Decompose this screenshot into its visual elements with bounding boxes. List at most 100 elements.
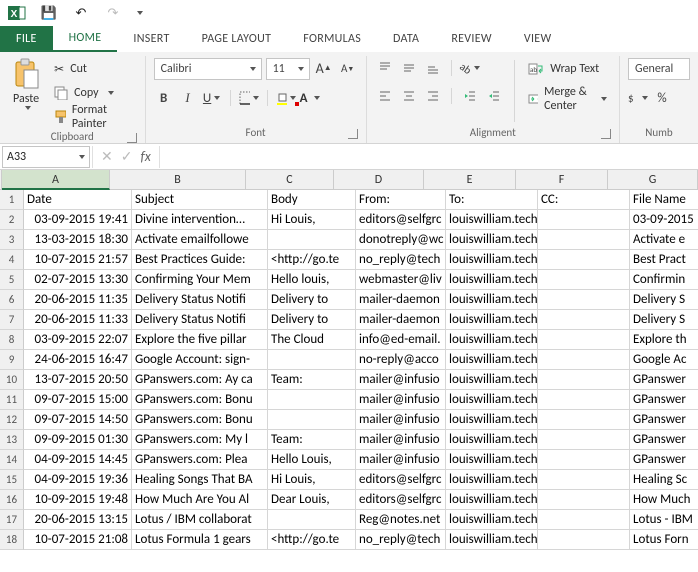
cell[interactable]: Google Ac — [630, 350, 698, 370]
cell[interactable]: GPanswers.com: Plea — [132, 450, 268, 470]
cell[interactable]: louiswilliam.techie@gmail.c — [446, 510, 538, 530]
cell[interactable] — [538, 510, 630, 530]
cell[interactable]: Team: — [268, 370, 356, 390]
cell[interactable]: <http://go.te — [268, 250, 356, 270]
cell[interactable]: Subject — [132, 190, 268, 210]
cell[interactable] — [538, 310, 630, 330]
cell[interactable]: Reg@notes.net — [356, 510, 446, 530]
borders-button[interactable] — [239, 88, 259, 108]
row-header[interactable]: 10 — [0, 370, 24, 390]
font-name-select[interactable]: Calibri — [154, 58, 262, 80]
tab-home[interactable]: HOME — [53, 26, 118, 52]
cell[interactable]: Lotus Forn — [630, 530, 698, 550]
cell[interactable] — [538, 490, 630, 510]
tab-page-layout[interactable]: PAGE LAYOUT — [186, 26, 288, 52]
cell[interactable]: 09-07-2015 15:00 — [24, 390, 132, 410]
column-header-C[interactable]: C — [246, 170, 334, 190]
cell[interactable]: 13-03-2015 18:30 — [24, 230, 132, 250]
cell[interactable]: 13-07-2015 20:50 — [24, 370, 132, 390]
cut-button[interactable]: ✂Cut — [50, 58, 136, 80]
tab-insert[interactable]: INSERT — [117, 26, 185, 52]
align-bottom-button[interactable] — [423, 58, 443, 78]
cell[interactable] — [268, 230, 356, 250]
cell[interactable]: no_reply@tech — [356, 250, 446, 270]
shrink-font-button[interactable]: A▼ — [338, 58, 358, 78]
cell[interactable]: Delivery to — [268, 290, 356, 310]
cell[interactable] — [538, 470, 630, 490]
cell[interactable]: Google Account: sign- — [132, 350, 268, 370]
cell[interactable]: louiswilliam.techie@gmail.c — [446, 230, 538, 250]
cell[interactable] — [538, 370, 630, 390]
cell[interactable]: webmaster@liv — [356, 270, 446, 290]
cell[interactable]: How Much — [630, 490, 698, 510]
paste-button[interactable]: Paste — [8, 58, 44, 110]
percent-format-button[interactable]: % — [652, 88, 672, 108]
row-header[interactable]: 5 — [0, 270, 24, 290]
tab-formulas[interactable]: FORMULAS — [287, 26, 377, 52]
cell[interactable] — [538, 250, 630, 270]
cell[interactable]: GPanswers.com: My l — [132, 430, 268, 450]
align-center-button[interactable] — [399, 86, 419, 106]
cell[interactable]: 09-09-2015 01:30 — [24, 430, 132, 450]
row-header[interactable]: 3 — [0, 230, 24, 250]
row-header[interactable]: 9 — [0, 350, 24, 370]
cell[interactable] — [538, 290, 630, 310]
cell[interactable]: louiswilliam.techie@gmail.c — [446, 370, 538, 390]
cell[interactable]: Lotus Formula 1 gears — [132, 530, 268, 550]
cell[interactable]: Divine intervention… — [132, 210, 268, 230]
accounting-format-button[interactable]: $ — [628, 88, 648, 108]
row-header[interactable]: 2 — [0, 210, 24, 230]
cell[interactable]: GPanswer — [630, 450, 698, 470]
cell[interactable]: Best Pract — [630, 250, 698, 270]
cell[interactable]: louiswilliam.techie@gmail.c — [446, 290, 538, 310]
cell[interactable]: 03-09-2015 — [630, 210, 698, 230]
cell[interactable]: Explore th — [630, 330, 698, 350]
grow-font-button[interactable]: A▲ — [314, 58, 334, 78]
cell[interactable]: 02-07-2015 13:30 — [24, 270, 132, 290]
row-header[interactable]: 11 — [0, 390, 24, 410]
cell[interactable]: 20-06-2015 11:35 — [24, 290, 132, 310]
cells-area[interactable]: DateSubjectBodyFrom:To:CC:File Name03-09… — [24, 190, 698, 550]
cell[interactable] — [538, 450, 630, 470]
fill-color-button[interactable] — [276, 88, 296, 108]
cell[interactable]: Confirming Your Mem — [132, 270, 268, 290]
wrap-text-button[interactable]: abWrap Text — [524, 58, 611, 80]
cell[interactable]: Team: — [268, 430, 356, 450]
cell[interactable]: Lotus - IBM — [630, 510, 698, 530]
cell[interactable]: mailer@infusio — [356, 370, 446, 390]
cell[interactable] — [538, 430, 630, 450]
cell[interactable]: From: — [356, 190, 446, 210]
cell[interactable]: Date — [24, 190, 132, 210]
cell[interactable]: 09-07-2015 14:50 — [24, 410, 132, 430]
font-size-select[interactable]: 11 — [266, 58, 310, 80]
cell[interactable]: editors@selfgrc — [356, 470, 446, 490]
format-painter-button[interactable]: Format Painter — [50, 106, 136, 128]
row-header[interactable]: 4 — [0, 250, 24, 270]
cell[interactable] — [268, 390, 356, 410]
column-header-F[interactable]: F — [516, 170, 608, 190]
save-icon[interactable]: 💾 — [38, 3, 60, 23]
cell[interactable]: info@ed-email. — [356, 330, 446, 350]
cell[interactable]: louiswilliam.techie@gmail.c — [446, 310, 538, 330]
number-format-select[interactable]: General — [628, 58, 690, 80]
cell[interactable] — [268, 410, 356, 430]
align-left-button[interactable] — [375, 86, 395, 106]
cell[interactable]: louiswilliam.techie@gmail.c — [446, 390, 538, 410]
cell[interactable]: Best Practices Guide: — [132, 250, 268, 270]
cell[interactable]: 10-07-2015 21:57 — [24, 250, 132, 270]
cell[interactable]: 10-07-2015 21:08 — [24, 530, 132, 550]
cell[interactable]: Confirmin — [630, 270, 698, 290]
enter-button[interactable]: ✓ — [121, 148, 133, 165]
cell[interactable]: louiswilliam.techie@gmail.c — [446, 530, 538, 550]
cell[interactable] — [538, 410, 630, 430]
row-header[interactable]: 8 — [0, 330, 24, 350]
cell[interactable]: GPanswer — [630, 390, 698, 410]
cell[interactable]: 04-09-2015 19:36 — [24, 470, 132, 490]
align-right-button[interactable] — [423, 86, 443, 106]
cell[interactable] — [268, 510, 356, 530]
cell[interactable]: File Name — [630, 190, 698, 210]
cell[interactable]: Delivery S — [630, 290, 698, 310]
cell[interactable]: Delivery S — [630, 310, 698, 330]
cell[interactable]: louiswilliam.techie@gmail.c — [446, 210, 538, 230]
cell[interactable] — [268, 350, 356, 370]
